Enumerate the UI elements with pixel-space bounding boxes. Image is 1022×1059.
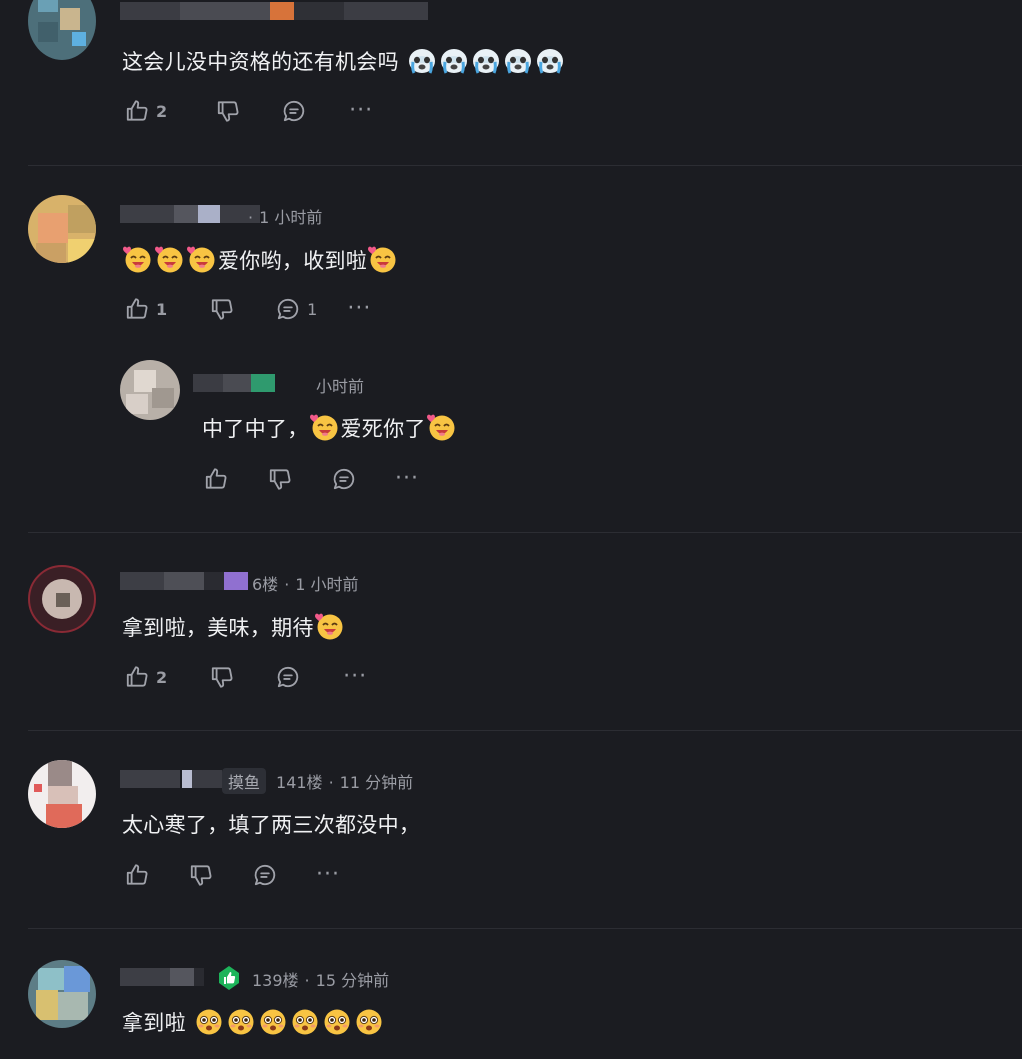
comment-text: 爱你哟，收到啦: [122, 244, 399, 275]
comment-actions: 2 ···: [124, 662, 367, 692]
timestamp: 1 小时前: [259, 208, 323, 227]
like-button[interactable]: [124, 862, 150, 888]
like-button[interactable]: [203, 466, 229, 492]
avatar[interactable]: [28, 0, 96, 60]
reply-icon: [275, 296, 301, 322]
reply-icon: [252, 862, 278, 888]
reply-button[interactable]: 1: [275, 296, 317, 322]
thumbs-down-icon: [209, 664, 235, 690]
like-count: 1: [156, 299, 168, 319]
comment-actions: ···: [124, 860, 340, 890]
dislike-button[interactable]: [188, 862, 214, 888]
thumbs-up-icon: [203, 466, 229, 492]
reply-icon: [275, 664, 301, 690]
more-icon[interactable]: ···: [347, 298, 371, 320]
divider: [28, 165, 1022, 166]
divider: [28, 532, 1022, 533]
smiling-face-with-hearts-icon: [427, 412, 457, 442]
reply-count: 1: [307, 299, 318, 319]
divider: [28, 730, 1022, 731]
thumbs-up-icon: [124, 296, 150, 322]
timestamp: 1 小时前: [295, 575, 359, 594]
avatar[interactable]: [120, 360, 180, 420]
comment-actions: 2 ···: [124, 96, 373, 126]
more-icon[interactable]: ···: [395, 468, 419, 490]
username-blurred[interactable]: [120, 770, 222, 788]
divider: [28, 928, 1022, 929]
like-button[interactable]: 2: [124, 664, 167, 690]
username-blurred[interactable]: [120, 205, 260, 223]
reply-actions: ···: [203, 464, 419, 494]
verified-badge-icon: [216, 965, 242, 995]
floor-number: 139楼: [252, 971, 299, 990]
reply-button[interactable]: [275, 664, 301, 690]
comment-text: 这会儿没中资格的还有机会吗: [122, 45, 566, 76]
timestamp: 小时前: [316, 377, 365, 396]
username-blurred[interactable]: [193, 374, 275, 392]
avatar[interactable]: [28, 565, 96, 633]
thumbs-down-icon: [209, 296, 235, 322]
comment-text: 拿到啦，美味，期待: [122, 611, 346, 642]
more-icon[interactable]: ···: [349, 100, 373, 122]
username-blurred[interactable]: [120, 2, 428, 20]
like-button[interactable]: 2: [124, 98, 167, 124]
dislike-button[interactable]: [215, 98, 241, 124]
more-icon[interactable]: ···: [316, 864, 340, 886]
like-button[interactable]: 1: [124, 296, 167, 322]
user-tag: 摸鱼: [222, 768, 267, 794]
floor-number: 6楼: [252, 575, 279, 594]
flushed-face-icon: [193, 1011, 385, 1035]
smiling-face-with-hearts-icon: [122, 249, 218, 273]
reply-text: 中了中了， 爱死你了: [202, 412, 458, 443]
username-blurred[interactable]: [120, 968, 204, 986]
username-blurred[interactable]: [120, 572, 248, 590]
thumbs-down-icon: [188, 862, 214, 888]
comment-text: 拿到啦: [122, 1006, 385, 1037]
thumbs-up-icon: [124, 664, 150, 690]
crying-face-icon: [406, 50, 566, 74]
timestamp: 15 分钟前: [315, 971, 390, 990]
thumbs-down-icon: [215, 98, 241, 124]
reply-button[interactable]: [331, 466, 357, 492]
thumbs-down-icon: [267, 466, 293, 492]
reply-icon: [281, 98, 307, 124]
timestamp: 11 分钟前: [339, 773, 414, 792]
dislike-button[interactable]: [267, 466, 293, 492]
floor-number: 141楼: [276, 773, 323, 792]
reply-button[interactable]: [281, 98, 307, 124]
like-count: 2: [156, 101, 168, 121]
smiling-face-with-hearts-icon: [368, 244, 398, 274]
dislike-button[interactable]: [209, 296, 235, 322]
comment-text: 太心寒了，填了两三次都没中，: [122, 813, 421, 837]
dislike-button[interactable]: [209, 664, 235, 690]
avatar[interactable]: [28, 760, 96, 828]
thumbs-up-icon: [124, 862, 150, 888]
like-count: 2: [156, 667, 168, 687]
reply-icon: [331, 466, 357, 492]
thumbs-up-icon: [124, 98, 150, 124]
more-icon[interactable]: ···: [343, 666, 367, 688]
avatar[interactable]: [28, 195, 96, 263]
smiling-face-with-hearts-icon: [315, 611, 345, 641]
reply-button[interactable]: [252, 862, 278, 888]
comment-actions: 1 1 ···: [124, 294, 371, 324]
smiling-face-with-hearts-icon: [310, 412, 340, 442]
avatar[interactable]: [28, 960, 96, 1028]
